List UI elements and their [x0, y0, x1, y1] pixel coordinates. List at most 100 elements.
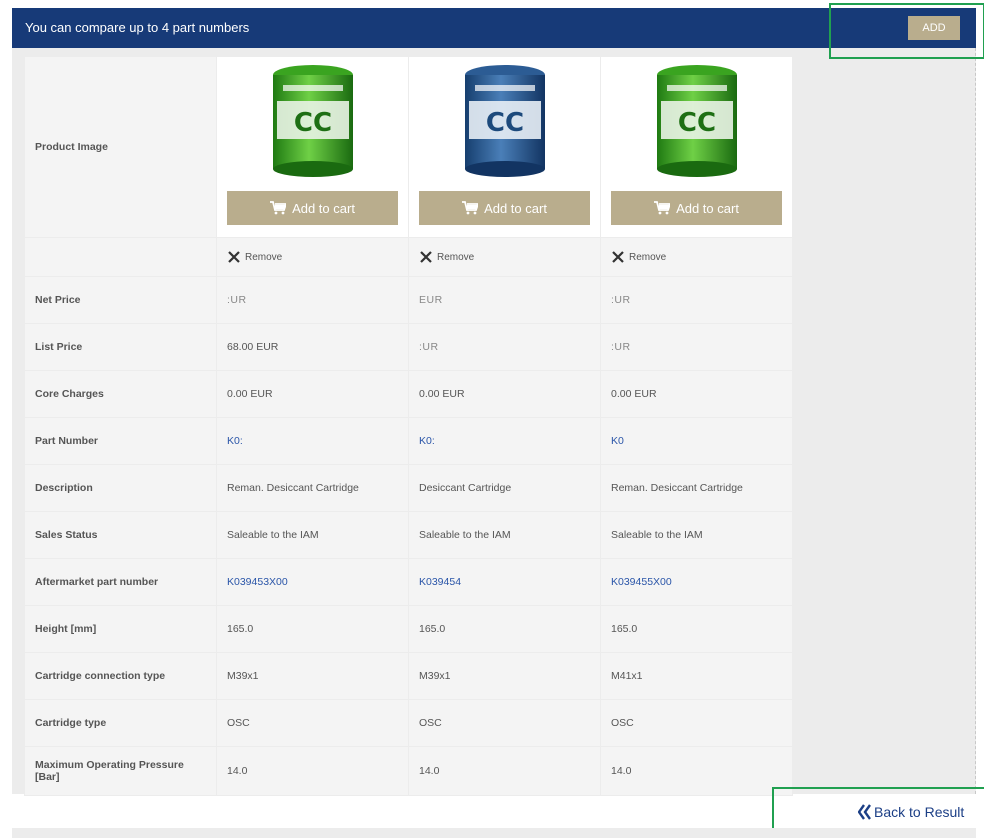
close-icon [420, 251, 432, 263]
row-value: M39x1 [217, 653, 408, 699]
remove-button[interactable]: Remove [611, 250, 782, 264]
row-value: 14.0 [409, 747, 600, 795]
row-label: Net Price [25, 277, 216, 323]
value-text: Saleable to the IAM [227, 529, 319, 541]
value-text: 165.0 [611, 623, 638, 635]
part-number-link[interactable]: K0: [227, 435, 243, 447]
remove-cell: Remove [217, 238, 408, 276]
cart-icon [654, 201, 671, 215]
value-text: 0.00 EUR [227, 388, 273, 400]
value-text: Saleable to the IAM [611, 529, 703, 541]
remove-label: Remove [629, 251, 667, 263]
part-number-link[interactable]: K039453X00 [227, 576, 288, 588]
value-text: EUR [419, 294, 443, 306]
add-to-cart-label: Add to cart [292, 200, 355, 216]
value-text: M41x1 [611, 670, 643, 682]
part-number-link[interactable]: K0 [611, 435, 624, 447]
cart-icon [462, 201, 479, 215]
row-value: 165.0 [409, 606, 600, 652]
row-value[interactable]: K039454 [409, 559, 600, 605]
value-text: 68.00 EUR [227, 341, 279, 353]
row-value: :UR [601, 324, 792, 370]
attribute-row: Cartridge type OSC OSC OSC [25, 700, 792, 746]
value-text: M39x1 [419, 670, 451, 682]
value-text: 0.00 EUR [611, 388, 657, 400]
double-chevron-left-icon [858, 804, 871, 820]
row-value[interactable]: K039453X00 [217, 559, 408, 605]
value-text: :UR [419, 341, 439, 353]
row-value: Saleable to the IAM [409, 512, 600, 558]
row-value: OSC [409, 700, 600, 746]
close-icon [228, 251, 240, 263]
row-value: Reman. Desiccant Cartridge [601, 465, 792, 511]
add-to-cart-button[interactable]: Add to cart [419, 191, 590, 225]
compare-header: You can compare up to 4 part numbers ADD [12, 8, 976, 48]
value-text: Saleable to the IAM [419, 529, 511, 541]
row-value: 0.00 EUR [409, 371, 600, 417]
value-text: Desiccant Cartridge [419, 482, 512, 494]
comparison-table: Product Image CC Add to cart CC Add to c… [24, 56, 793, 796]
back-to-result-link[interactable]: Back to Result [858, 804, 964, 820]
attribute-row: Core Charges 0.00 EUR 0.00 EUR 0.00 EUR [25, 371, 792, 417]
row-label: Core Charges [25, 371, 216, 417]
svg-text:CC: CC [677, 108, 715, 138]
row-value: Reman. Desiccant Cartridge [217, 465, 408, 511]
value-text: OSC [611, 717, 634, 729]
row-value: M41x1 [601, 653, 792, 699]
row-label: Description [25, 465, 216, 511]
compare-panel: You can compare up to 4 part numbers ADD… [12, 8, 976, 796]
product-image: CC [464, 65, 545, 177]
row-value: 14.0 [601, 747, 792, 795]
row-value: Saleable to the IAM [217, 512, 408, 558]
attribute-row: Cartridge connection type M39x1 M39x1 M41x1 [25, 653, 792, 699]
remove-button[interactable]: Remove [419, 250, 590, 264]
product-image-row: Product Image CC Add to cart CC Add to c… [25, 57, 792, 237]
add-to-cart-button[interactable]: Add to cart [227, 191, 398, 225]
value-text: 14.0 [227, 765, 248, 777]
remove-label: Remove [437, 251, 475, 263]
row-value[interactable]: K0: [409, 418, 600, 464]
row-value: Saleable to the IAM [601, 512, 792, 558]
product-cell: CC Add to cart [601, 57, 792, 237]
row-label: Part Number [25, 418, 216, 464]
remove-cell: Remove [601, 238, 792, 276]
part-number-link[interactable]: K039454 [419, 576, 461, 588]
attribute-row: Description Reman. Desiccant Cartridge Des… [25, 465, 792, 511]
row-value: 14.0 [217, 747, 408, 795]
row-value[interactable]: K0 [601, 418, 792, 464]
add-to-cart-button[interactable]: Add to cart [611, 191, 782, 225]
value-text: OSC [419, 717, 442, 729]
row-value[interactable]: K039455X00 [601, 559, 792, 605]
row-value: :UR [601, 277, 792, 323]
row-value: 0.00 EUR [601, 371, 792, 417]
add-part-button[interactable]: ADD [908, 16, 960, 40]
product-cell: CC Add to cart [409, 57, 600, 237]
compare-page: You can compare up to 4 part numbers ADD… [0, 0, 984, 838]
remove-button[interactable]: Remove [227, 250, 398, 264]
svg-text:CC: CC [485, 108, 523, 138]
row-value: :UR [217, 277, 408, 323]
row-value: 0.00 EUR [217, 371, 408, 417]
remove-label: Remove [245, 251, 283, 263]
compare-title: You can compare up to 4 part numbers [25, 20, 250, 35]
value-text: 165.0 [227, 623, 254, 635]
row-label: Height [mm] [25, 606, 216, 652]
part-number-link[interactable]: K0: [419, 435, 435, 447]
add-to-cart-label: Add to cart [484, 200, 547, 216]
row-value[interactable]: K0: [217, 418, 408, 464]
row-value: OSC [217, 700, 408, 746]
back-to-result-label: Back to Result [874, 804, 965, 820]
value-text: OSC [227, 717, 250, 729]
row-label: Sales Status [25, 512, 216, 558]
value-text: 14.0 [419, 765, 440, 777]
close-icon [612, 251, 624, 263]
row-label: List Price [25, 324, 216, 370]
value-text: Reman. Desiccant Cartridge [227, 482, 359, 494]
product-image: CC [272, 65, 353, 177]
value-text: 165.0 [419, 623, 446, 635]
row-value: :UR [409, 324, 600, 370]
value-text: 14.0 [611, 765, 632, 777]
value-text: 0.00 EUR [419, 388, 465, 400]
part-number-link[interactable]: K039455X00 [611, 576, 672, 588]
attribute-row: Part Number K0: K0: K0 [25, 418, 792, 464]
